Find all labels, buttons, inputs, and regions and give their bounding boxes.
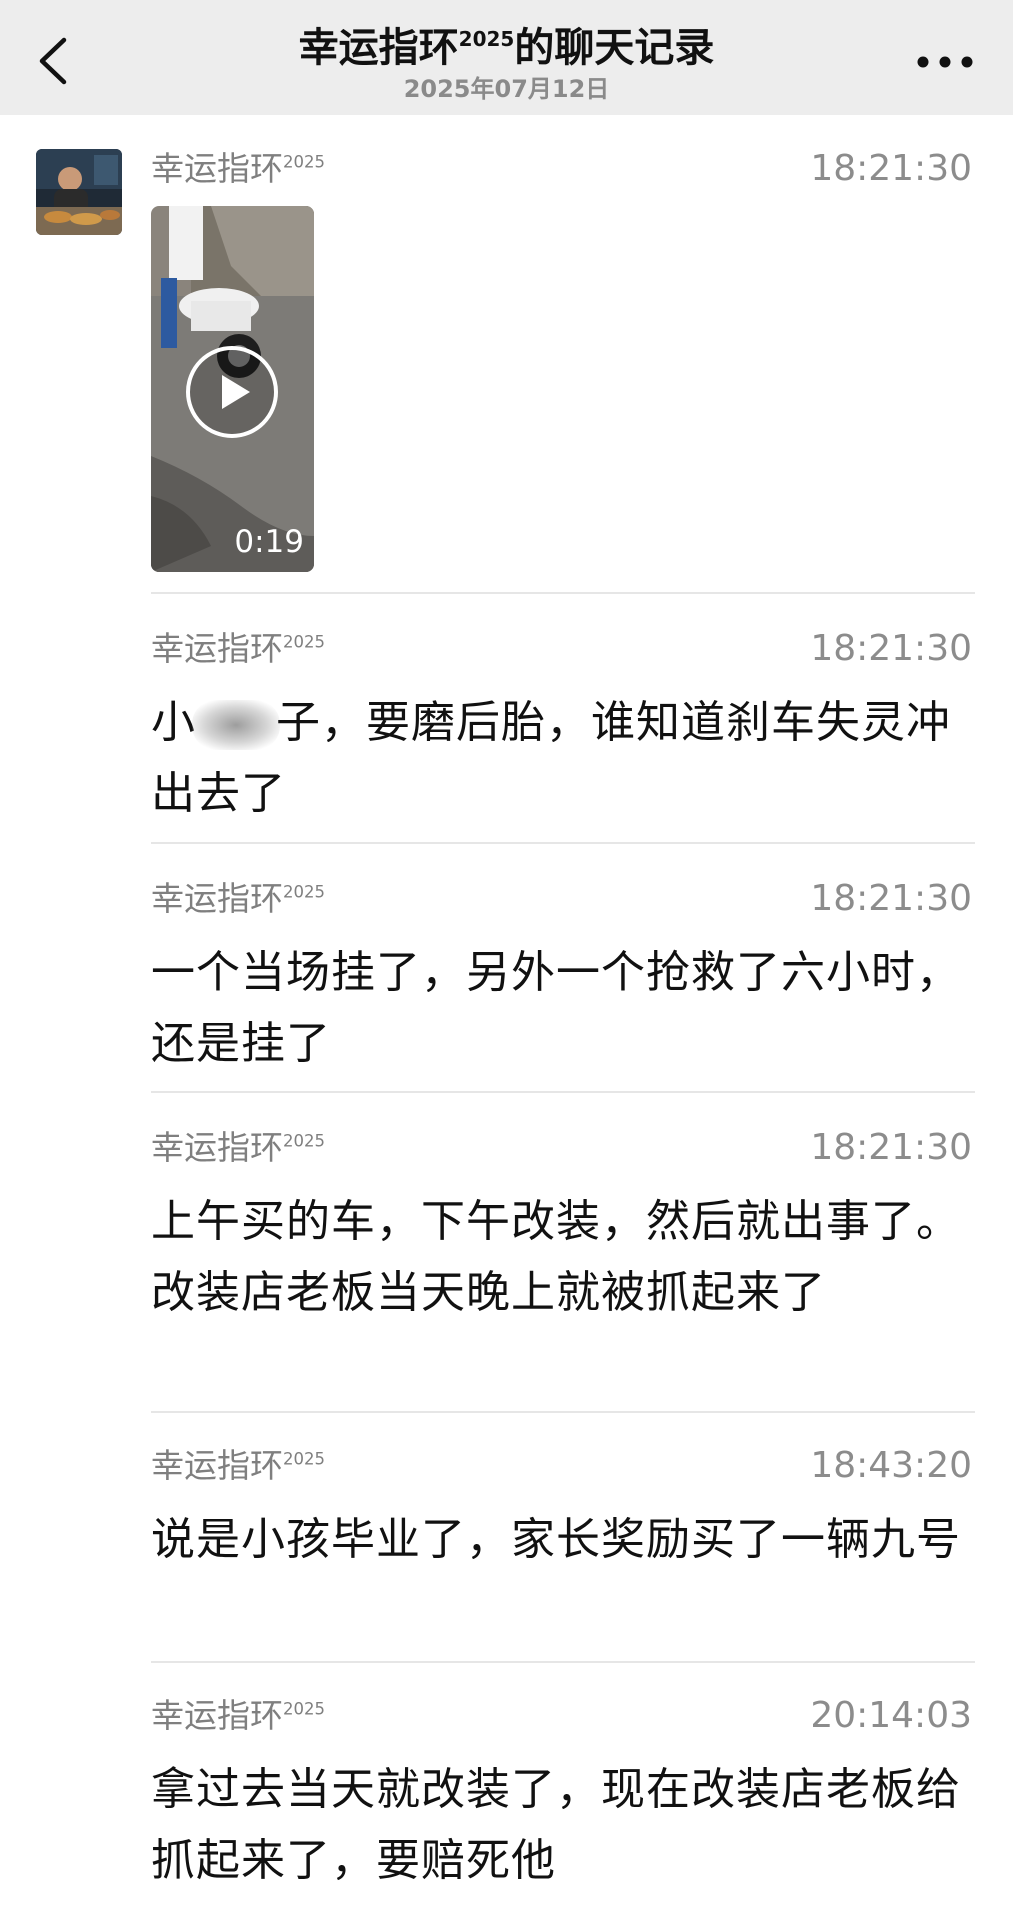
page-subtitle-date: 2025年07月12日: [403, 75, 610, 103]
sender-name: 幸运指环2025: [151, 1696, 325, 1735]
message-text[interactable]: 小子，要磨后胎，谁知道刹车失灵冲出去了: [151, 687, 967, 829]
play-icon: [186, 346, 278, 438]
header-bar: 幸运指环2025的聊天记录 2025年07月12日: [0, 0, 1013, 115]
sender-name: 幸运指环2025: [151, 629, 325, 668]
message-divider: [151, 842, 975, 844]
avatar-photo: [36, 149, 122, 235]
title-suffix: 的聊天记录: [514, 25, 715, 71]
message-time: 18:21:30: [810, 148, 972, 189]
message-text[interactable]: 说是小孩毕业了，家长奖励买了一辆九号: [151, 1504, 967, 1575]
play-button[interactable]: [184, 344, 280, 440]
message-divider: [151, 1091, 975, 1093]
message-divider: [151, 1661, 975, 1663]
message-time: 18:21:30: [810, 878, 972, 919]
title-prefix: 幸运指环: [298, 25, 459, 71]
message-text[interactable]: 一个当场挂了，另外一个抢救了六小时，还是挂了: [151, 937, 967, 1079]
message-time: 18:21:30: [810, 628, 972, 669]
chat-history-page: 幸运指环2025的聊天记录 2025年07月12日 幸运指环2025 18:21…: [0, 0, 1013, 1920]
video-thumbnail[interactable]: 0:19: [151, 206, 314, 572]
more-options-button[interactable]: [907, 36, 983, 86]
message-text[interactable]: 拿过去当天就改装了，现在改装店老板给抓起来了，要赔死他: [151, 1754, 967, 1896]
message-time: 20:14:03: [810, 1695, 972, 1736]
message-time: 18:43:20: [810, 1445, 972, 1486]
video-duration: 0:19: [234, 524, 304, 560]
message-divider: [151, 592, 975, 594]
sender-name: 幸运指环2025: [151, 1446, 325, 1485]
more-dots-icon: [917, 56, 973, 68]
redacted-blur: [192, 700, 280, 750]
title-sup: 2025: [458, 27, 515, 51]
sender-avatar[interactable]: [36, 149, 122, 235]
sender-name: 幸运指环2025: [151, 879, 325, 918]
sender-name: 幸运指环2025: [151, 149, 325, 188]
message-time: 18:21:30: [810, 1127, 972, 1168]
message-divider: [151, 1411, 975, 1413]
message-text[interactable]: 上午买的车，下午改装，然后就出事了。改装店老板当天晚上就被抓起来了: [151, 1186, 967, 1328]
page-title: 幸运指环2025的聊天记录: [0, 22, 1013, 74]
sender-name: 幸运指环2025: [151, 1128, 325, 1167]
